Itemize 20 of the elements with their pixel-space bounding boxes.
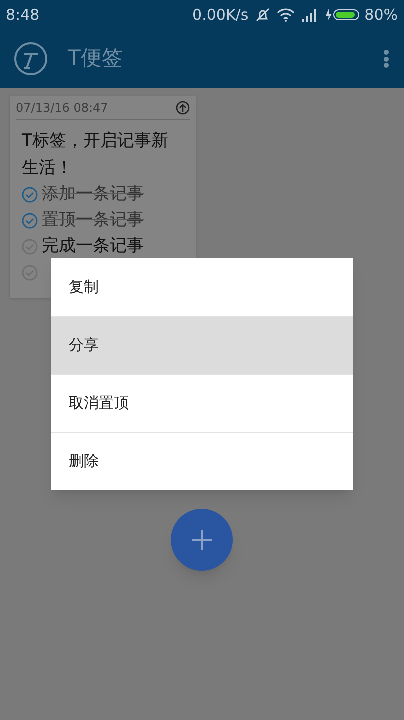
signal-icon [300,8,319,22]
note-date: 07/13/16 08:47 [16,100,108,116]
menu-item[interactable]: 取消置顶 [51,374,353,432]
menu-item[interactable]: 分享 [51,316,353,374]
bell-off-icon [254,7,271,23]
battery-level: 80% [364,4,398,26]
plus-icon [191,529,213,551]
logo-icon [14,42,48,76]
battery-icon [324,8,361,22]
menu-item[interactable]: 删除 [51,432,353,490]
app-title: T便签 [68,45,123,72]
menu-item[interactable]: 复制 [51,258,353,316]
checklist-item: 完成一条记事 [42,235,144,258]
time: 8:48 [6,4,40,26]
note-text: T标签，开启记事新生活！ [21,130,170,180]
checkbox-icon[interactable] [22,187,38,203]
arrow-up-icon [176,100,190,114]
network-speed: 0.00K/s [192,4,249,26]
wifi-icon [276,8,295,22]
checkbox-icon[interactable] [22,213,38,229]
